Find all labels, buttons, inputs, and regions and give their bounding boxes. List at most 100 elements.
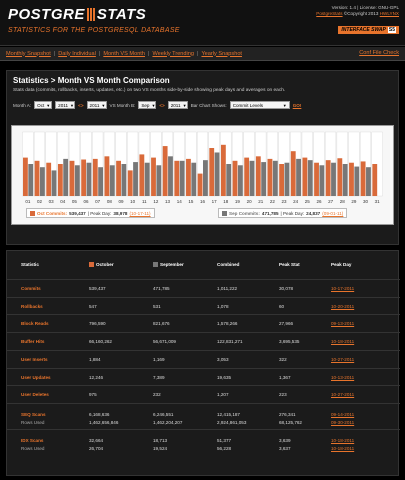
chart-x-tick-label: 06 (84, 199, 90, 204)
conf-file-check-link[interactable]: Conf File Check (359, 50, 399, 56)
stat-combined: 19,635 (217, 374, 232, 380)
stat-peak-day-link[interactable]: 10-17-2011 (331, 286, 354, 291)
stat-name[interactable]: User Deletes (21, 392, 49, 397)
nav-weekly-trending[interactable]: Weekly Trending (152, 51, 194, 57)
stat-name[interactable]: Block Reads (21, 321, 49, 326)
year-a-select[interactable]: 2011 ▼ (55, 101, 76, 109)
legend-oct-peak-date[interactable]: (10-17-11) (129, 211, 150, 216)
stat-peak-day-link[interactable]: 09-13-2011 (331, 321, 354, 326)
chart-bar-oct (244, 157, 250, 196)
bar-chart-value: Commit Levels (232, 102, 264, 108)
legend-sep-peak-date[interactable]: (09-01-11) (322, 211, 343, 216)
postgrestats-link[interactable]: PostgreStats (316, 11, 342, 16)
swap-months-button-2[interactable]: <> (159, 103, 164, 108)
stat-peak: 30,078 (279, 286, 294, 291)
chart-x-tick-label: 25 (305, 199, 311, 204)
chart-x-tick-label: 03 (49, 199, 55, 204)
stat-peak-day-link[interactable]: 10-18-2011 (331, 339, 354, 344)
stat-oct: 26,704 (89, 446, 104, 451)
chart-bar-oct (360, 161, 366, 196)
chevron-down-icon: ▼ (151, 102, 156, 108)
chart-bar-sep (98, 167, 104, 196)
legend-oct-swatch (30, 210, 35, 216)
chart-bar-sep (237, 165, 243, 196)
stat-oct: 32,664 (89, 438, 104, 443)
author-link[interactable]: HWLYNX (380, 11, 399, 16)
chart-bar-oct (162, 146, 168, 196)
chart-x-tick-label: 22 (270, 199, 276, 204)
stat-name[interactable]: User Inserts (21, 357, 48, 362)
app-logo[interactable]: POSTGRE STATS (8, 6, 146, 23)
table-row: Rollbacks 547 531 1,078 60 10-20-2011 (7, 296, 400, 315)
stat-peak-day-link[interactable]: 10-13-2011 (331, 375, 354, 380)
stat-combined: 56,228 (217, 446, 232, 451)
stat-peak-day-link[interactable]: 09-30-2011 (331, 420, 354, 425)
year-b-value: 2011 (170, 102, 181, 108)
chart-bar-sep (39, 167, 45, 196)
swap-months-button[interactable]: <> (78, 103, 83, 108)
stat-name[interactable]: SEQ Scans (21, 412, 46, 417)
chevron-down-icon: ▼ (182, 102, 187, 108)
chart-bar-oct (186, 158, 191, 196)
stat-name[interactable]: Buffer Hits (21, 339, 44, 344)
year-b-select-left[interactable]: 2011 ▼ (86, 101, 107, 109)
nav-month-vs-month[interactable]: Month VS Month (103, 51, 145, 57)
nav-monthly-snapshot[interactable]: Monthly Snapshot (6, 51, 51, 57)
year-a-value: 2011 (58, 102, 69, 108)
go-button[interactable]: GO! (293, 103, 302, 108)
chevron-down-icon: ▼ (70, 102, 74, 108)
stat-peak-day-link[interactable]: 10-18-2011 (331, 446, 354, 451)
chart-x-tick-label: 23 (282, 199, 288, 204)
stat-name[interactable]: IDX Scans (21, 438, 43, 443)
stat-peak-day-link[interactable]: 10-27-2011 (331, 357, 354, 362)
chart-x-tick-label: 09 (118, 199, 124, 204)
chart-bar-sep (319, 165, 325, 196)
month-b-select[interactable]: Sep ▼ (138, 101, 157, 109)
stat-peak-day-link[interactable]: 10-20-2011 (331, 304, 354, 309)
app-header: POSTGRE STATS STATISTICS FOR THE POSTGRES… (0, 0, 405, 46)
stat-peak-day-link[interactable]: 09-14-2011 (331, 412, 354, 417)
month-a-select[interactable]: Oct ▼ (34, 101, 53, 109)
chart-bar-oct (267, 158, 273, 196)
stat-oct: 1,462,656,846 (89, 420, 119, 425)
chart-bar-sep (86, 162, 92, 196)
stat-name[interactable]: Rollbacks (21, 304, 43, 309)
chart-bar-oct (81, 159, 87, 196)
stat-sub-name: Rows Used (21, 446, 45, 451)
legend-sep-label: Sep Commits: (229, 210, 260, 216)
stat-oct: 66,160,262 (89, 339, 112, 345)
chart-bar-oct (290, 151, 296, 196)
col-combined: Combined (217, 262, 240, 267)
stat-sep: 1,169 (153, 356, 165, 362)
chart-bar-oct (139, 154, 145, 196)
legend-oct-peak-label: | Peak Day: (87, 210, 112, 216)
month-a-value: Oct (37, 102, 45, 108)
chart-bar-sep (179, 160, 185, 196)
nav-daily-individual[interactable]: Daily Individual (58, 51, 96, 57)
year-b-select[interactable]: 2011 ▼ (167, 101, 188, 109)
stat-name[interactable]: Commits (21, 286, 41, 291)
stat-peak: 3,639 (279, 438, 291, 443)
chart-bar-sep (284, 162, 290, 196)
stat-name[interactable]: User Updates (21, 375, 51, 380)
legend-oct: Oct Commits: 539,437 | Peak Day: 38,978 … (26, 208, 155, 218)
bar-chart-select[interactable]: Commit Levels ▼ (229, 101, 290, 109)
comparison-panel: Statistics > Month VS Month Comparison S… (6, 70, 399, 245)
chart-bar-oct (34, 160, 40, 196)
stat-peak-day-link[interactable]: 10-27-2011 (331, 392, 354, 397)
chart-bar-sep (272, 160, 278, 196)
stat-combined: 3,053 (217, 356, 229, 362)
table-row: User Deletes 975 232 1,207 223 10-27-2011 (7, 385, 400, 403)
stat-peak-day-link[interactable]: 10-18-2011 (331, 438, 354, 443)
nav-yearly-snapshot[interactable]: Yearly Snapshot (201, 51, 242, 57)
chart-x-tick-label: 07 (95, 199, 101, 204)
chart-x-tick-label: 16 (200, 199, 206, 204)
stat-oct: 539,437 (89, 286, 106, 291)
interface-swap-button[interactable]: INTERFACE SWAP S5 (338, 26, 399, 34)
chart-x-tick-label: 17 (212, 199, 218, 204)
stat-sep: 471,785 (153, 286, 170, 291)
chart-bar-sep (342, 164, 348, 196)
chart-bar-sep (51, 170, 57, 196)
stat-combined: 12,415,187 (217, 412, 240, 417)
nav-separator: | (147, 50, 150, 57)
